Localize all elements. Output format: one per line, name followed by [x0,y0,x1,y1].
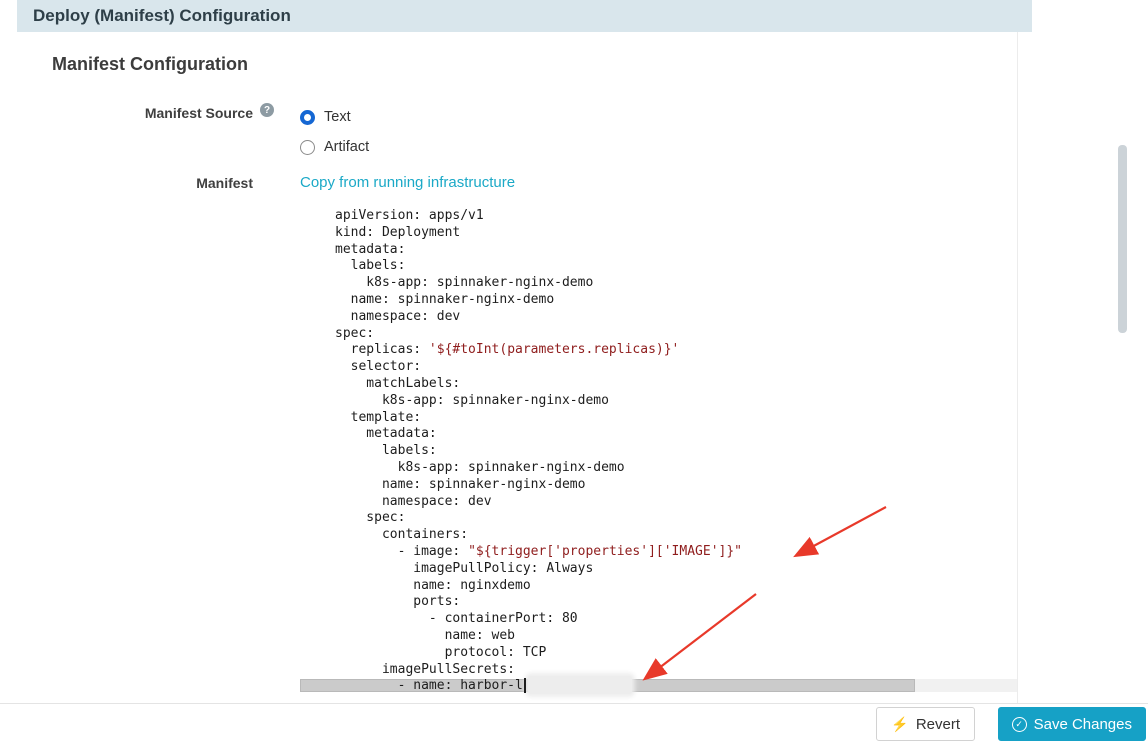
redaction-blur [528,676,632,694]
code-line: name: web [335,627,516,643]
code-line: imagePullPolicy: Always [335,560,594,576]
manifest-config-panel: Manifest Configuration Manifest Source ?… [17,32,1018,704]
code-line: template: [335,409,422,425]
section-title: Manifest Configuration [52,54,248,74]
code-line: - image: "${trigger['properties']['IMAGE… [335,543,742,559]
stage-header: Deploy (Manifest) Configuration [17,0,1032,32]
save-changes-label: Save Changes [1033,715,1132,733]
code-line: - containerPort: 80 [335,611,578,627]
radio-option-text[interactable]: Text [300,102,369,132]
code-line: apiVersion: apps/v1 [335,208,484,223]
copy-from-running-link[interactable]: Copy from running infrastructure [300,174,515,191]
manifest-source-radio-group: Text Artifact [300,102,369,162]
save-changes-button[interactable]: ✓ Save Changes [997,707,1146,741]
code-line: name: spinnaker-nginx-demo [335,476,586,492]
code-line: selector: [335,359,422,375]
code-line: k8s-app: spinnaker-nginx-demo [335,275,594,291]
revert-button[interactable]: ⚡ Revert [876,707,975,741]
radio-option-artifact[interactable]: Artifact [300,132,369,162]
check-circle-icon: ✓ [1011,716,1027,732]
code-line: name: nginxdemo [335,577,531,593]
code-line: kind: Deployment [335,224,461,240]
code-line: labels: [335,443,437,459]
code-line: k8s-app: spinnaker-nginx-demo [335,392,609,408]
code-line: metadata: [335,426,437,442]
deploy-manifest-page: Deploy (Manifest) Configuration Manifest… [0,0,1148,743]
manifest-label: Manifest [196,175,253,191]
help-icon[interactable]: ? [260,103,274,117]
code-line: namespace: dev [335,493,492,509]
code-line: namespace: dev [335,308,461,324]
code-line: spec: [335,325,375,341]
page-title: Deploy (Manifest) Configuration [33,6,291,25]
radio-artifact-label: Artifact [324,139,370,155]
radio-text-label: Text [324,109,351,125]
code-line: matchLabels: [335,375,461,391]
code-line: spec: [335,510,406,526]
code-line: name: spinnaker-nginx-demo [335,291,555,307]
yaml-code: apiVersion: apps/v1 kind: Deployment metad… [300,203,742,695]
radio-artifact-control[interactable] [300,139,315,155]
manifest-source-label: Manifest Source [144,105,253,121]
action-footer: ⚡ Revert ✓ Save Changes [0,703,1148,743]
code-line: metadata: [335,241,406,257]
manifest-editor[interactable]: apiVersion: apps/v1 kind: Deployment metad… [300,203,1017,704]
revert-button-label: Revert [915,715,960,733]
text-cursor [524,678,526,693]
radio-text-control[interactable] [300,109,315,125]
code-line: labels: [335,258,406,274]
code-line: ports: [335,594,461,610]
code-line: protocol: TCP [335,644,547,660]
code-line: k8s-app: spinnaker-nginx-demo [335,459,625,475]
vertical-scrollbar[interactable] [1118,145,1127,333]
lightning-bolt-icon: ⚡ [891,716,909,732]
code-line: containers: [335,527,469,543]
code-line: replicas: '${#toInt(parameters.replicas)… [335,342,680,358]
